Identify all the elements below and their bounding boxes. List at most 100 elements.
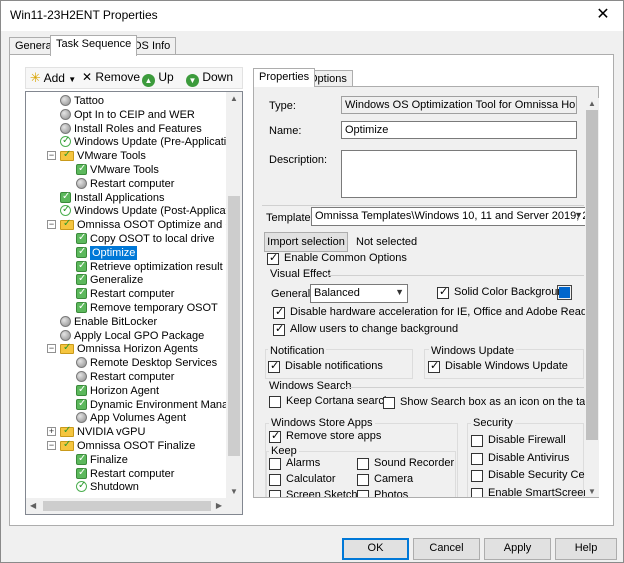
tree-item[interactable]: Opt In to CEIP and WER <box>26 108 226 122</box>
color-swatch[interactable] <box>557 285 572 300</box>
windows-update-heading: Windows Update <box>429 345 517 357</box>
properties-window: Win11-23H2ENT Properties ✕ General Task … <box>0 0 624 563</box>
remove-icon: ✕ <box>82 70 93 84</box>
security-heading: Security <box>471 417 515 429</box>
close-icon[interactable]: ✕ <box>593 5 613 25</box>
gray-circle-icon <box>60 122 71 134</box>
tree-item[interactable]: Optimize <box>26 245 226 260</box>
tree-item[interactable]: Windows Update (Post-Application Ins <box>26 203 242 218</box>
scroll-up-icon[interactable]: ▲ <box>588 99 596 108</box>
description-label: Description: <box>269 154 328 166</box>
tree-item[interactable]: + NVIDIA vGPU <box>26 424 226 439</box>
tree-item[interactable]: Remove temporary OSOT <box>26 300 226 315</box>
chevron-down-icon: ▼ <box>395 287 404 297</box>
expand-icon[interactable]: + <box>47 427 56 437</box>
tree-item-label: Omnissa Horizon Agents <box>77 343 199 356</box>
tree-item[interactable]: Restart computer <box>26 466 226 481</box>
tree-item[interactable]: VMware Tools <box>26 162 226 177</box>
tree-item-label: Windows Update (Pre-Application Inst <box>74 136 243 149</box>
disable-antivirus-label: Disable Antivirus <box>488 452 570 464</box>
tree-item[interactable]: Remote Desktop Services <box>26 356 226 370</box>
green-check-icon <box>76 397 87 411</box>
properties-vertical-scrollbar[interactable]: ▲ ▼ <box>585 98 599 497</box>
tree-item[interactable]: Horizon Agent <box>26 383 226 398</box>
divider <box>346 387 584 388</box>
cancel-button[interactable]: Cancel <box>413 538 480 560</box>
calculator-label: Calculator <box>286 473 336 485</box>
tree-item-label: Horizon Agent <box>90 384 160 397</box>
help-button[interactable]: Help <box>555 538 617 560</box>
tree-item[interactable]: Restart computer <box>26 177 226 191</box>
tree-item[interactable]: − Omnissa OSOT Finalize <box>26 438 226 453</box>
apply-button[interactable]: Apply <box>484 538 551 560</box>
tree-item[interactable]: Restart computer <box>26 370 226 384</box>
import-selection-button[interactable]: Import selection <box>264 232 348 252</box>
up-button[interactable]: ▲ Up <box>142 70 174 87</box>
tree-item[interactable]: Enable BitLocker <box>26 315 226 329</box>
task-sequence-tree[interactable]: ShutdownRestart computerFinalize−Omnissa… <box>25 91 243 515</box>
tree-vertical-scrollbar[interactable]: ▲ ▼ <box>226 92 242 498</box>
description-input[interactable] <box>341 150 577 198</box>
green-check-icon <box>76 300 87 314</box>
down-button[interactable]: ▼ Down <box>186 70 233 87</box>
collapse-icon[interactable]: − <box>47 220 56 230</box>
tree-item[interactable]: Dynamic Environment Manager <box>26 397 242 412</box>
tree-item[interactable]: − Omnissa Horizon Agents <box>26 341 226 356</box>
scroll-right-icon[interactable]: ▶ <box>216 501 222 510</box>
photos-label: Photos <box>374 489 409 498</box>
tab-properties[interactable]: Properties <box>253 68 316 87</box>
tree-item-label: Omnissa OSOT Optimize and Generali <box>77 219 242 232</box>
remove-button[interactable]: ✕ Remove <box>82 70 140 87</box>
tree-item[interactable]: Shutdown <box>26 479 226 494</box>
show-search-icon-label: Show Search box as an icon on the taskba… <box>400 396 599 408</box>
name-input[interactable]: Optimize <box>341 121 577 139</box>
sound-recorder-label: Sound Recorder <box>374 457 455 469</box>
tree-item-label: Enable BitLocker <box>74 315 158 328</box>
window-title: Win11-23H2ENT Properties <box>10 8 158 22</box>
tree-item[interactable]: App Volumes Agent <box>26 411 226 425</box>
tree-item[interactable]: Windows Update (Pre-Application Inst <box>26 134 242 149</box>
check-circle-icon <box>76 479 87 493</box>
tree-item[interactable]: − Omnissa OSOT Optimize and Generali <box>26 217 242 232</box>
tree-item[interactable]: Finalize <box>26 452 226 467</box>
general-value: Balanced <box>314 287 360 299</box>
tree-horizontal-scrollbar[interactable]: ◀ ▶ <box>26 498 242 514</box>
tree-item[interactable]: − VMware Tools <box>26 148 226 163</box>
tree-vertical-thumb[interactable] <box>228 196 240 456</box>
tree-item-label: Remote Desktop Services <box>90 357 218 370</box>
tree-item[interactable]: Install Roles and Features <box>26 122 226 136</box>
collapse-icon[interactable]: − <box>47 151 56 161</box>
tree-item-label: Tattoo <box>74 95 104 107</box>
green-check-icon <box>76 466 87 480</box>
template-select[interactable]: Omnissa Templates\Windows 10, 11 and Ser… <box>311 207 587 226</box>
tree-item[interactable]: Tattoo <box>26 94 226 108</box>
properties-vertical-thumb[interactable] <box>586 110 598 440</box>
tree-item[interactable]: Generalize <box>26 272 226 287</box>
tree-item[interactable]: Retrieve optimization result report <box>26 259 242 274</box>
tree-item[interactable]: Install Applications <box>26 190 226 205</box>
collapse-icon[interactable]: − <box>47 344 56 354</box>
tree-horizontal-thumb[interactable] <box>43 501 211 511</box>
store-apps-heading: Windows Store Apps <box>269 417 375 429</box>
down-arrow-icon: ▼ <box>186 74 199 87</box>
tree-item[interactable]: Apply Local GPO Package <box>26 329 226 343</box>
folder-icon <box>60 424 74 438</box>
add-button[interactable]: ✳ Add ▼ <box>30 70 76 87</box>
tree-item-label: Copy OSOT to local drive <box>90 233 215 245</box>
ok-button[interactable]: OK <box>342 538 409 560</box>
tree-item-label: Dynamic Environment Manager <box>90 398 243 411</box>
scroll-down-icon[interactable]: ▼ <box>230 487 238 496</box>
tab-task-sequence[interactable]: Task Sequence <box>50 35 138 56</box>
scroll-up-icon[interactable]: ▲ <box>230 94 238 103</box>
collapse-icon[interactable]: − <box>47 441 56 450</box>
chevron-down-icon: ▼ <box>68 75 77 84</box>
general-select[interactable]: Balanced ▼ <box>310 284 408 303</box>
scroll-left-icon[interactable]: ◀ <box>30 501 36 510</box>
add-icon: ✳ <box>30 70 41 85</box>
tree-item[interactable]: Copy OSOT to local drive <box>26 231 226 246</box>
chevron-down-icon: ▼ <box>574 210 583 220</box>
scroll-down-icon[interactable]: ▼ <box>588 487 596 496</box>
tree-item[interactable]: Restart computer <box>26 286 226 301</box>
tree-item-label: Generalize <box>90 274 144 287</box>
template-value: Omnissa Templates\Windows 10, 11 and Ser… <box>315 210 587 222</box>
